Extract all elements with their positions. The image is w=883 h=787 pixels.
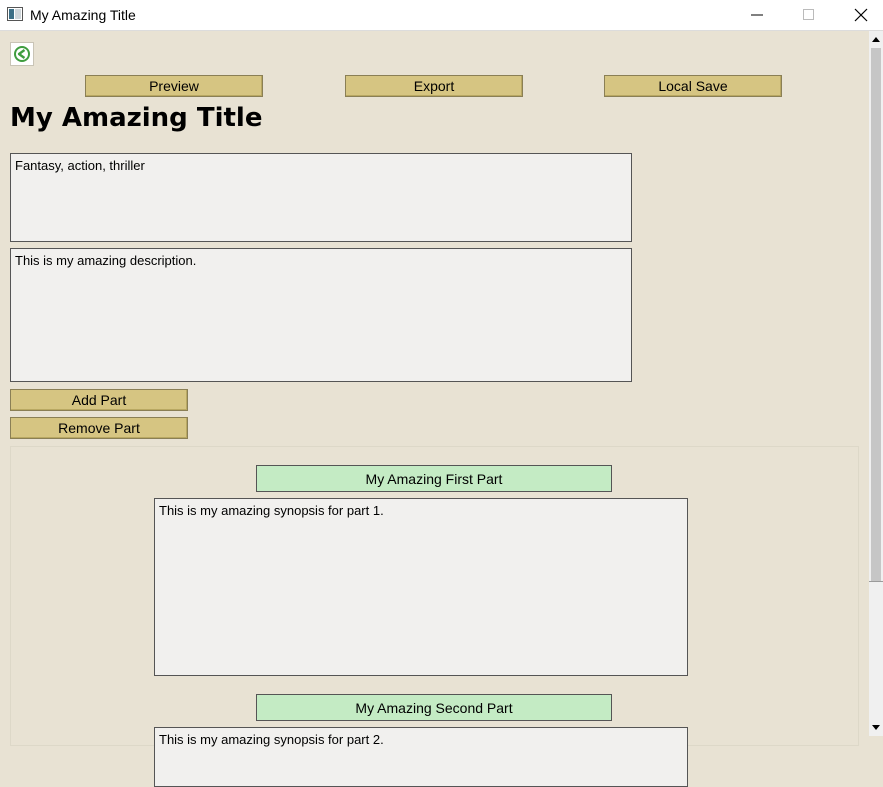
minimize-button[interactable] (731, 0, 783, 30)
title-bar: My Amazing Title (0, 0, 883, 31)
scroll-track-divider (869, 581, 883, 582)
preview-button[interactable]: Preview (85, 75, 263, 97)
vertical-scrollbar[interactable] (869, 31, 883, 736)
add-part-button[interactable]: Add Part (10, 389, 188, 411)
part-title-button[interactable]: My Amazing Second Part (256, 694, 612, 721)
part-title-button[interactable]: My Amazing First Part (256, 465, 612, 492)
maximize-icon (803, 9, 814, 20)
close-icon (854, 8, 868, 22)
window-title: My Amazing Title (30, 7, 136, 23)
scroll-up-arrow-icon (872, 37, 880, 42)
local-save-button[interactable]: Local Save (604, 75, 782, 97)
story-title: My Amazing Title (10, 103, 263, 133)
maximize-button[interactable] (783, 0, 835, 30)
export-button[interactable]: Export (345, 75, 523, 97)
back-arrow-icon (14, 46, 30, 62)
scroll-down-arrow-icon (872, 725, 880, 730)
scroll-down-button[interactable] (869, 720, 883, 736)
minimize-icon (751, 14, 763, 16)
part-synopsis-field[interactable]: This is my amazing synopsis for part 1. (154, 498, 688, 676)
remove-part-button[interactable]: Remove Part (10, 417, 188, 439)
close-button[interactable] (835, 0, 883, 30)
part-synopsis-field[interactable]: This is my amazing synopsis for part 2. (154, 727, 688, 787)
scroll-thumb[interactable] (871, 48, 881, 581)
back-button[interactable] (10, 42, 34, 66)
app-window-icon (7, 7, 23, 21)
scroll-up-button[interactable] (869, 31, 883, 47)
description-field[interactable]: This is my amazing description. (10, 248, 632, 382)
tags-field[interactable]: Fantasy, action, thriller (10, 153, 632, 242)
